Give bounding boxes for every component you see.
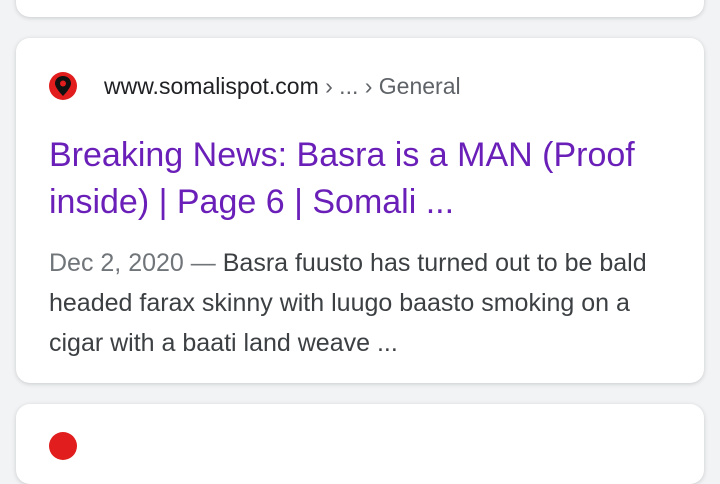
result-url[interactable]: www.somalispot.com › ... › General [104,73,461,100]
somalispot-favicon-icon [49,72,77,100]
next-result-favicon-icon [49,432,77,460]
result-source[interactable]: www.somalispot.com › ... › General [49,70,461,102]
result-title-link[interactable]: Breaking News: Basra is a MAN (Proof ins… [49,132,689,226]
date-separator: — [183,249,223,277]
previous-result-card [16,0,704,17]
search-result-card[interactable]: www.somalispot.com › ... › General Break… [16,38,704,383]
result-date: Dec 2, 2020 [49,249,184,277]
next-result-card [16,404,704,484]
result-snippet: Dec 2, 2020 — Basra fuusto has turned ou… [49,243,689,363]
url-domain: www.somalispot.com [104,72,319,99]
url-breadcrumb: › ... › General [318,72,461,99]
